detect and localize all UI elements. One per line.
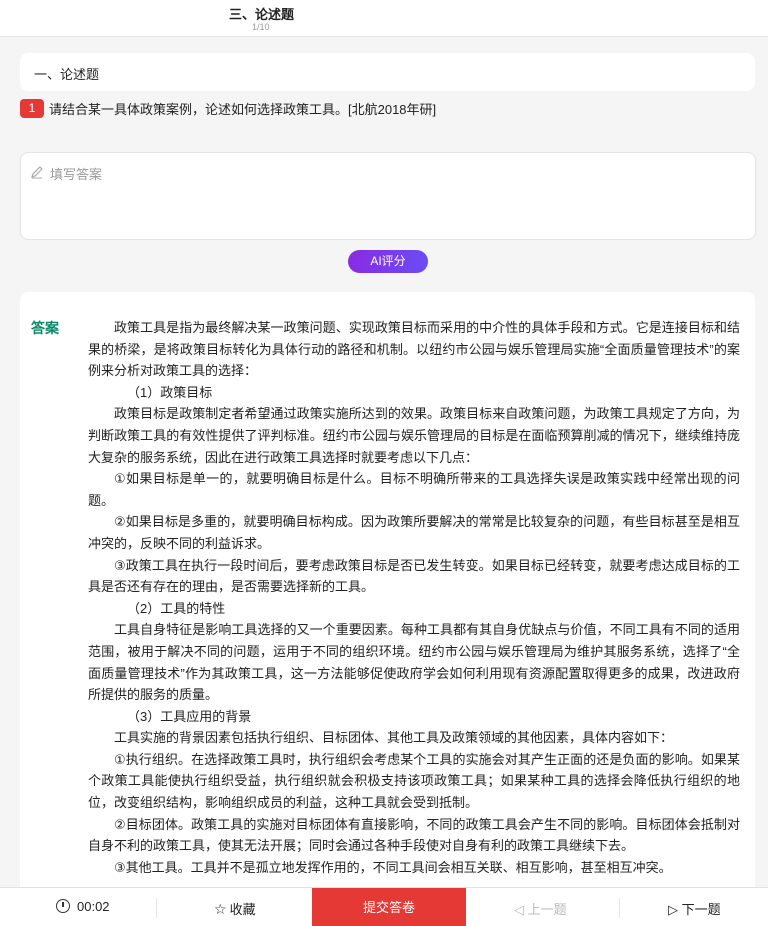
clock-icon (56, 899, 70, 913)
answer-label: 答案 (31, 320, 59, 336)
answer-paragraph: ①执行组织。在选择政策工具时，执行组织会考虑某个工具的实施会对其产生正面的还是负… (88, 751, 740, 811)
section-header: 一、论述题 (20, 53, 755, 91)
answer-input[interactable]: 填写答案 (20, 152, 756, 240)
prev-question-button[interactable]: ◁ 上一题 (514, 899, 567, 918)
page-title: 三、论述题 (229, 7, 295, 22)
answer-placeholder: 填写答案 (50, 167, 103, 182)
question-text: 请结合某一具体政策案例，论述如何选择政策工具。[北航2018年研] (49, 102, 437, 117)
answer-paragraph: ③其他工具。工具并不是孤立地发挥作用的，不同工具间会相互关联、相互影响，甚至相互… (114, 859, 672, 875)
bar-divider (156, 898, 157, 918)
answer-heading: （3）工具应用的背景 (127, 708, 252, 724)
next-label: 下一题 (681, 902, 721, 917)
favorite-label: 收藏 (229, 902, 256, 917)
answer-card: 答案 政策工具是指为最终解决某一政策问题、实现政策目标而采用的中介性的具体手段和… (20, 292, 755, 887)
favorite-button[interactable]: ☆ 收藏 (214, 899, 256, 918)
prev-label: 上一题 (527, 902, 567, 917)
timer-value: 00:02 (77, 899, 110, 914)
question: 1 请结合某一具体政策案例，论述如何选择政策工具。[北航2018年研] (20, 99, 755, 118)
prev-icon: ◁ (514, 902, 528, 917)
main-content: 一、论述题 1 请结合某一具体政策案例，论述如何选择政策工具。[北航2018年研]… (0, 37, 768, 887)
top-bar: 三、论述题 1/10 (0, 0, 768, 37)
answer-heading: （2）工具的特性 (127, 600, 226, 616)
section-title: 一、论述题 (34, 67, 100, 82)
answer-paragraph: ②目标团体。政策工具的实施对目标团体有直接影响，不同的政策工具会产生不同的影响。… (88, 816, 740, 854)
question-progress: 1/10 (252, 22, 270, 32)
bar-divider (619, 898, 620, 918)
answer-paragraph: 工具自身特征是影响工具选择的又一个重要因素。每种工具都有其自身优缺点与价值，不同… (88, 622, 740, 703)
answer-paragraph: 政策目标是政策制定者希望通过政策实施所达到的效果。政策目标来自政策问题，为政策工… (88, 406, 740, 465)
answer-paragraph: 政策工具是指为最终解决某一政策问题、实现政策目标而采用的中介性的具体手段和方式。… (88, 320, 740, 379)
question-number-badge: 1 (20, 99, 44, 118)
bottom-bar: 00:02 ☆ 收藏 提交答卷 ◁ 上一题 ▷ 下一题 (0, 887, 768, 926)
answer-paragraph: ③政策工具在执行一段时间后，要考虑政策目标是否已发生转变。如果目标已经转变，就要… (88, 557, 740, 595)
answer-paragraph: ①如果目标是单一的，就要明确目标是什么。目标不明确所带来的工具选择失误是政策实践… (88, 471, 740, 508)
next-icon: ▷ (668, 902, 682, 917)
answer-heading: （1）政策目标 (127, 384, 213, 400)
submit-button[interactable]: 提交答卷 (312, 888, 466, 926)
answer-paragraph: ②如果目标是多重的，就要明确目标构成。因为政策所要解决的常常是比较复杂的问题，有… (88, 514, 740, 551)
pencil-icon (31, 166, 43, 179)
answer-body: 政策工具是指为最终解决某一政策问题、实现政策目标而采用的中介性的具体手段和方式。… (88, 317, 740, 878)
next-question-button[interactable]: ▷ 下一题 (668, 899, 721, 918)
answer-paragraph: 工具实施的背景因素包括执行组织、目标团体、其他工具及政策领域的其他因素，具体内容… (114, 730, 674, 746)
timer: 00:02 (56, 899, 110, 914)
star-icon: ☆ (214, 901, 227, 917)
ai-score-button[interactable]: AI评分 (348, 250, 428, 273)
